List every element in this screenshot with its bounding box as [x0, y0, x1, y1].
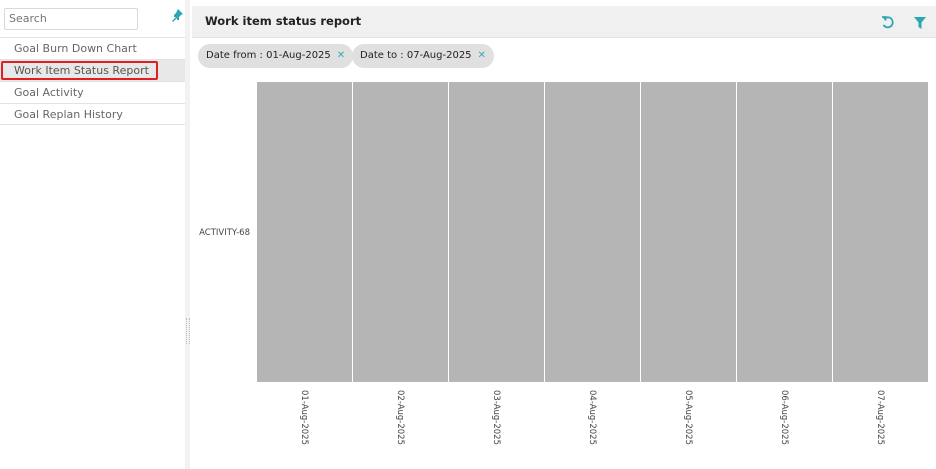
splitter-grip[interactable] [186, 318, 190, 344]
menu-item-goal-burn-down-chart[interactable]: Goal Burn Down Chart [0, 37, 185, 59]
filter-chip-date-to: Date to : 07-Aug-2025 ✕ [352, 44, 494, 68]
refresh-icon[interactable] [881, 16, 895, 30]
sidebar-top [0, 0, 185, 36]
chip-label: Date to : 07-Aug-2025 [360, 50, 472, 61]
chip-label: Date from : 01-Aug-2025 [206, 50, 331, 61]
panel-splitter[interactable] [185, 0, 190, 469]
x-tick-label: 03-Aug-2025 [491, 390, 501, 445]
heatmap-cell[interactable] [545, 82, 640, 382]
x-tick-label: 04-Aug-2025 [587, 390, 597, 445]
x-tick-label: 06-Aug-2025 [779, 390, 789, 445]
filter-icon[interactable] [913, 16, 927, 30]
heatmap-cell[interactable] [353, 82, 448, 382]
heatmap-cell[interactable] [449, 82, 544, 382]
menu-item-goal-replan-history[interactable]: Goal Replan History [0, 103, 185, 125]
report-header: Work item status report [192, 6, 936, 38]
x-tick-label: 01-Aug-2025 [299, 390, 309, 445]
report-sidebar: Goal Burn Down Chart Work Item Status Re… [0, 0, 186, 469]
remove-filter-icon[interactable]: ✕ [478, 50, 486, 61]
heatmap-cell[interactable] [641, 82, 736, 382]
menu-item-goal-activity[interactable]: Goal Activity [0, 81, 185, 103]
search-input[interactable] [4, 8, 138, 30]
x-tick-label: 02-Aug-2025 [395, 390, 405, 445]
report-main: Work item status report Date from : 01-A… [192, 0, 936, 469]
x-tick-label: 05-Aug-2025 [683, 390, 693, 445]
y-tick-label: ACTIVITY-68 [199, 228, 250, 238]
filter-chip-date-from: Date from : 01-Aug-2025 ✕ [198, 44, 354, 68]
menu-item-work-item-status-report[interactable]: Work Item Status Report [0, 59, 185, 81]
report-menu: Goal Burn Down Chart Work Item Status Re… [0, 37, 185, 125]
heatmap-cell[interactable] [833, 82, 928, 382]
page-title: Work item status report [205, 14, 362, 28]
pin-icon[interactable] [170, 8, 184, 24]
heatmap-cell[interactable] [737, 82, 832, 382]
status-heatmap-chart: ACTIVITY-68 01-Aug-2025 02-Aug-2025 03-Aug-… [199, 82, 928, 445]
heatmap-cell[interactable] [257, 82, 352, 382]
x-tick-label: 07-Aug-2025 [875, 390, 885, 445]
remove-filter-icon[interactable]: ✕ [337, 50, 345, 61]
